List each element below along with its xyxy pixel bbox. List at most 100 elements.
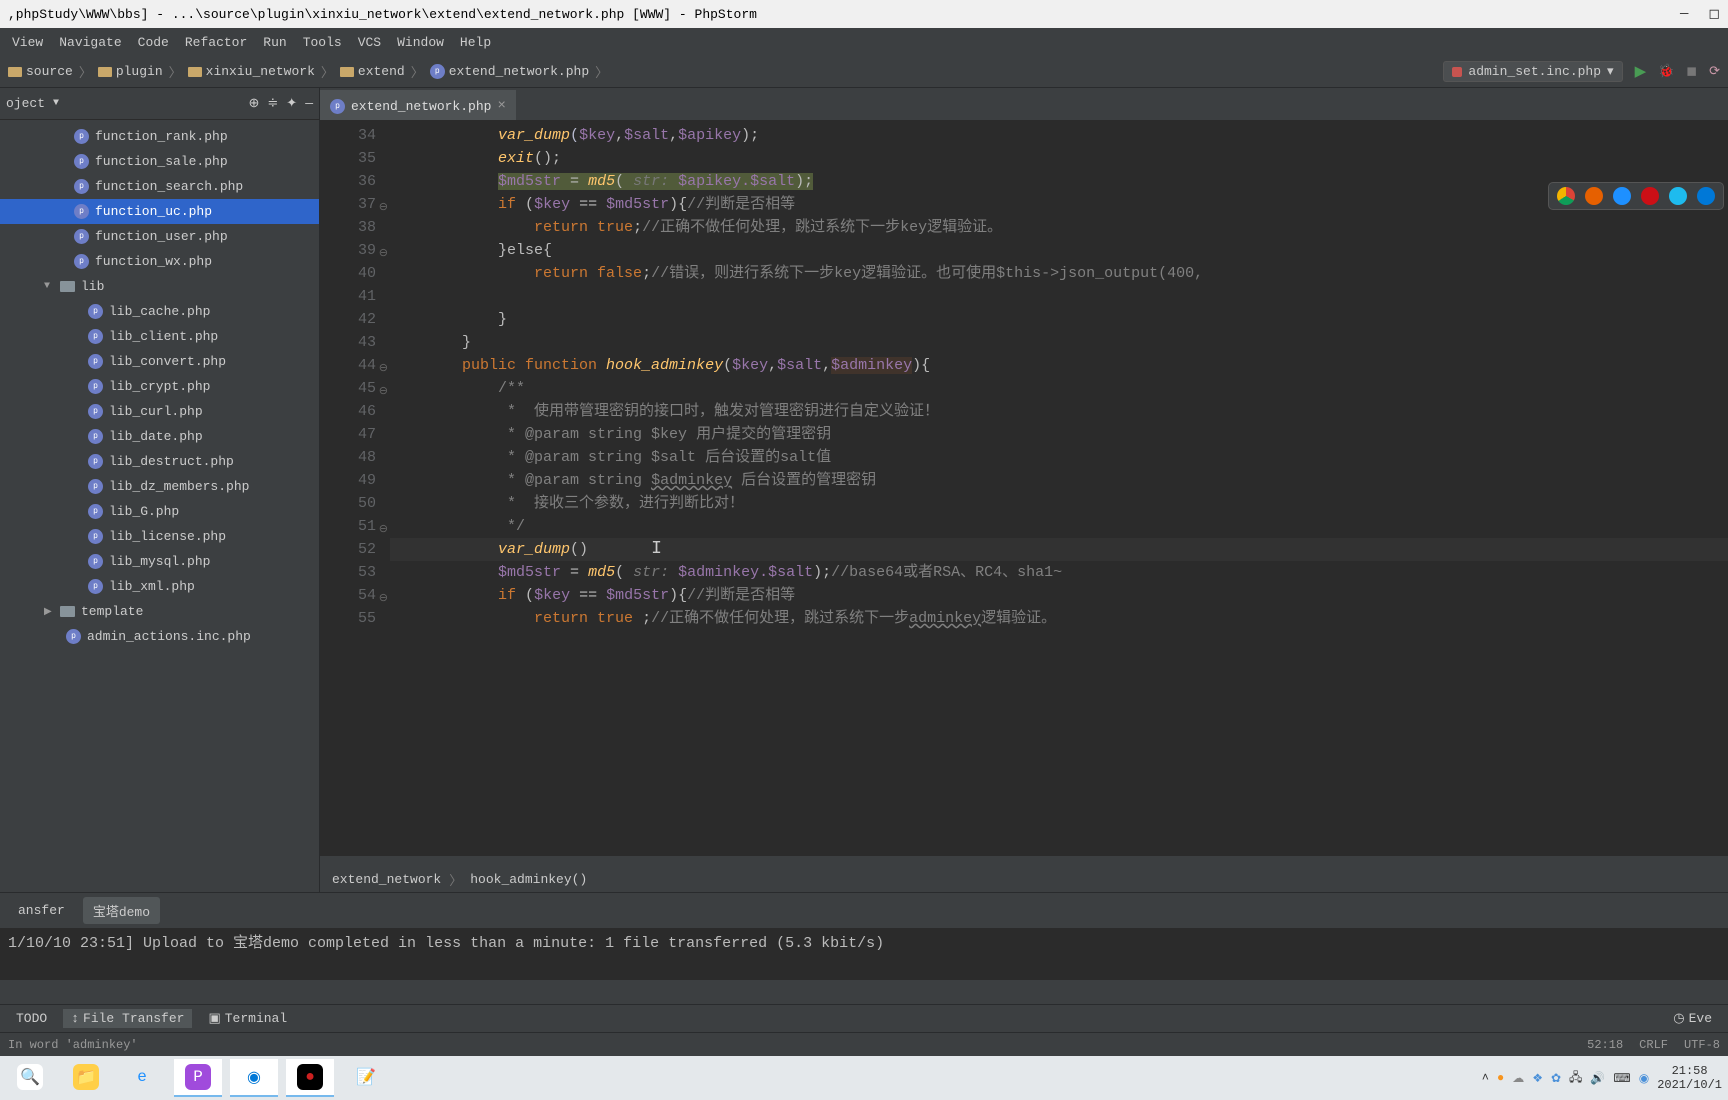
tree-file[interactable]: plib_xml.php: [0, 574, 319, 599]
tree-file[interactable]: plib_client.php: [0, 324, 319, 349]
tree-file[interactable]: pfunction_rank.php: [0, 124, 319, 149]
task-notepad[interactable]: 📝: [342, 1059, 390, 1097]
hide-icon[interactable]: —: [305, 96, 313, 111]
php-icon: p: [330, 99, 345, 114]
bc-class[interactable]: extend_network: [332, 872, 441, 887]
tree-file[interactable]: plib_crypt.php: [0, 374, 319, 399]
crumb-file[interactable]: extend_network.php: [449, 64, 589, 79]
horizontal-scrollbar[interactable]: [320, 856, 1728, 866]
tree-file[interactable]: plib_dz_members.php: [0, 474, 319, 499]
php-icon: p: [88, 504, 103, 519]
tree-file[interactable]: pfunction_uc.php: [0, 199, 319, 224]
php-icon: p: [74, 254, 89, 269]
collapse-icon[interactable]: ≑: [267, 96, 278, 111]
task-search[interactable]: 🔍: [6, 1059, 54, 1097]
edge-icon[interactable]: [1697, 187, 1715, 205]
editor-breadcrumb: extend_network 〉 hook_adminkey(): [320, 866, 1728, 892]
update-button[interactable]: ⟳: [1709, 64, 1720, 79]
task-edge[interactable]: ◉: [230, 1059, 278, 1097]
tree-file[interactable]: plib_mysql.php: [0, 549, 319, 574]
folder-icon: [98, 67, 112, 77]
crumb-extend[interactable]: extend: [358, 64, 405, 79]
line-ending[interactable]: CRLF: [1639, 1038, 1668, 1052]
tree-file[interactable]: plib_cache.php: [0, 299, 319, 324]
task-record[interactable]: ●: [286, 1059, 334, 1097]
encoding[interactable]: UTF-8: [1684, 1038, 1720, 1052]
tray-icon[interactable]: ✿: [1551, 1071, 1561, 1086]
tool-window-tabs: TODO ↕File Transfer ▣Terminal ◷Eve: [0, 1004, 1728, 1032]
php-icon: p: [88, 404, 103, 419]
code-area[interactable]: var_dump($key,$salt,$apikey); exit(); $m…: [390, 120, 1728, 856]
tray-network-icon[interactable]: 🖧: [1569, 1068, 1582, 1089]
menu-navigate[interactable]: Navigate: [53, 33, 127, 52]
stop-button[interactable]: ◼: [1686, 64, 1697, 79]
firefox-icon[interactable]: [1585, 187, 1603, 205]
tree-file[interactable]: plib_date.php: [0, 424, 319, 449]
panel-tab-transfer[interactable]: ansfer: [8, 899, 75, 922]
tray-icon[interactable]: ❖: [1532, 1071, 1543, 1086]
crumb-xinxiu[interactable]: xinxiu_network: [206, 64, 315, 79]
run-button[interactable]: ▶: [1635, 62, 1647, 81]
menu-code[interactable]: Code: [132, 33, 175, 52]
tool-terminal[interactable]: ▣Terminal: [200, 1009, 295, 1028]
tree-file[interactable]: plib_destruct.php: [0, 449, 319, 474]
tree-dir-template[interactable]: ▶template: [0, 599, 319, 624]
debug-button[interactable]: 🐞: [1658, 64, 1674, 79]
menu-window[interactable]: Window: [391, 33, 450, 52]
tree-file[interactable]: plib_curl.php: [0, 399, 319, 424]
chevron-down-icon[interactable]: ▼: [53, 98, 59, 109]
bc-method[interactable]: hook_adminkey(): [470, 872, 587, 887]
task-ie[interactable]: e: [118, 1059, 166, 1097]
maximize-icon[interactable]: ◻: [1708, 6, 1720, 23]
run-config-dropdown[interactable]: admin_set.inc.php ▾: [1443, 61, 1622, 82]
taskbar-clock[interactable]: 21:58 2021/10/1: [1657, 1064, 1722, 1092]
task-phpstorm[interactable]: P: [174, 1059, 222, 1097]
menu-help[interactable]: Help: [454, 33, 497, 52]
code-editor[interactable]: 34353637⊖3839⊖4041424344⊖45⊖464748495051…: [320, 120, 1728, 856]
tree-file[interactable]: plib_G.php: [0, 499, 319, 524]
php-icon: p: [88, 304, 103, 319]
tray-icon[interactable]: ☁: [1512, 1071, 1524, 1086]
crumb-source[interactable]: source: [26, 64, 73, 79]
tree-file[interactable]: plib_license.php: [0, 524, 319, 549]
task-explorer[interactable]: 📁: [62, 1059, 110, 1097]
ie-icon[interactable]: [1669, 187, 1687, 205]
sidebar-title: oject: [6, 96, 45, 111]
file-tree[interactable]: pfunction_rank.phppfunction_sale.phppfun…: [0, 120, 319, 653]
tool-file-transfer[interactable]: ↕File Transfer: [63, 1009, 192, 1028]
tree-file[interactable]: pfunction_sale.php: [0, 149, 319, 174]
config-icon: [1452, 67, 1462, 77]
tab-extend-network[interactable]: p extend_network.php ×: [320, 90, 516, 120]
tray-up-icon[interactable]: ˄: [1482, 1071, 1489, 1085]
target-icon[interactable]: ⊕: [248, 96, 259, 111]
gear-icon[interactable]: ✦: [286, 96, 297, 111]
console-output[interactable]: 1/10/10 23:51] Upload to 宝塔demo complete…: [0, 928, 1728, 980]
menu-refactor[interactable]: Refactor: [179, 33, 253, 52]
chrome-icon[interactable]: [1557, 187, 1575, 205]
tree-file[interactable]: padmin_actions.inc.php: [0, 624, 319, 649]
menu-view[interactable]: View: [6, 33, 49, 52]
tree-file[interactable]: pfunction_wx.php: [0, 249, 319, 274]
safari-icon[interactable]: [1613, 187, 1631, 205]
php-icon: p: [74, 229, 89, 244]
minimize-icon[interactable]: —: [1680, 6, 1688, 23]
tray-icon[interactable]: ◉: [1639, 1071, 1649, 1086]
tool-todo[interactable]: TODO: [8, 1009, 55, 1028]
tray-volume-icon[interactable]: 🔊: [1590, 1071, 1605, 1086]
tree-dir-lib[interactable]: ▼lib: [0, 274, 319, 299]
tree-file[interactable]: pfunction_search.php: [0, 174, 319, 199]
tree-file[interactable]: pfunction_user.php: [0, 224, 319, 249]
tool-event-log[interactable]: ◷Eve: [1665, 1009, 1720, 1028]
menu-tools[interactable]: Tools: [297, 33, 348, 52]
browser-preview-bar: [1548, 182, 1724, 210]
php-icon: p: [74, 129, 89, 144]
crumb-plugin[interactable]: plugin: [116, 64, 163, 79]
tray-ime-icon[interactable]: ⌨: [1613, 1071, 1630, 1086]
panel-tab-baota[interactable]: 宝塔demo: [83, 897, 160, 924]
menu-vcs[interactable]: VCS: [352, 33, 387, 52]
close-icon[interactable]: ×: [497, 98, 505, 114]
tree-file[interactable]: plib_convert.php: [0, 349, 319, 374]
menu-run[interactable]: Run: [257, 33, 292, 52]
opera-icon[interactable]: [1641, 187, 1659, 205]
tray-icon[interactable]: ●: [1497, 1071, 1504, 1085]
